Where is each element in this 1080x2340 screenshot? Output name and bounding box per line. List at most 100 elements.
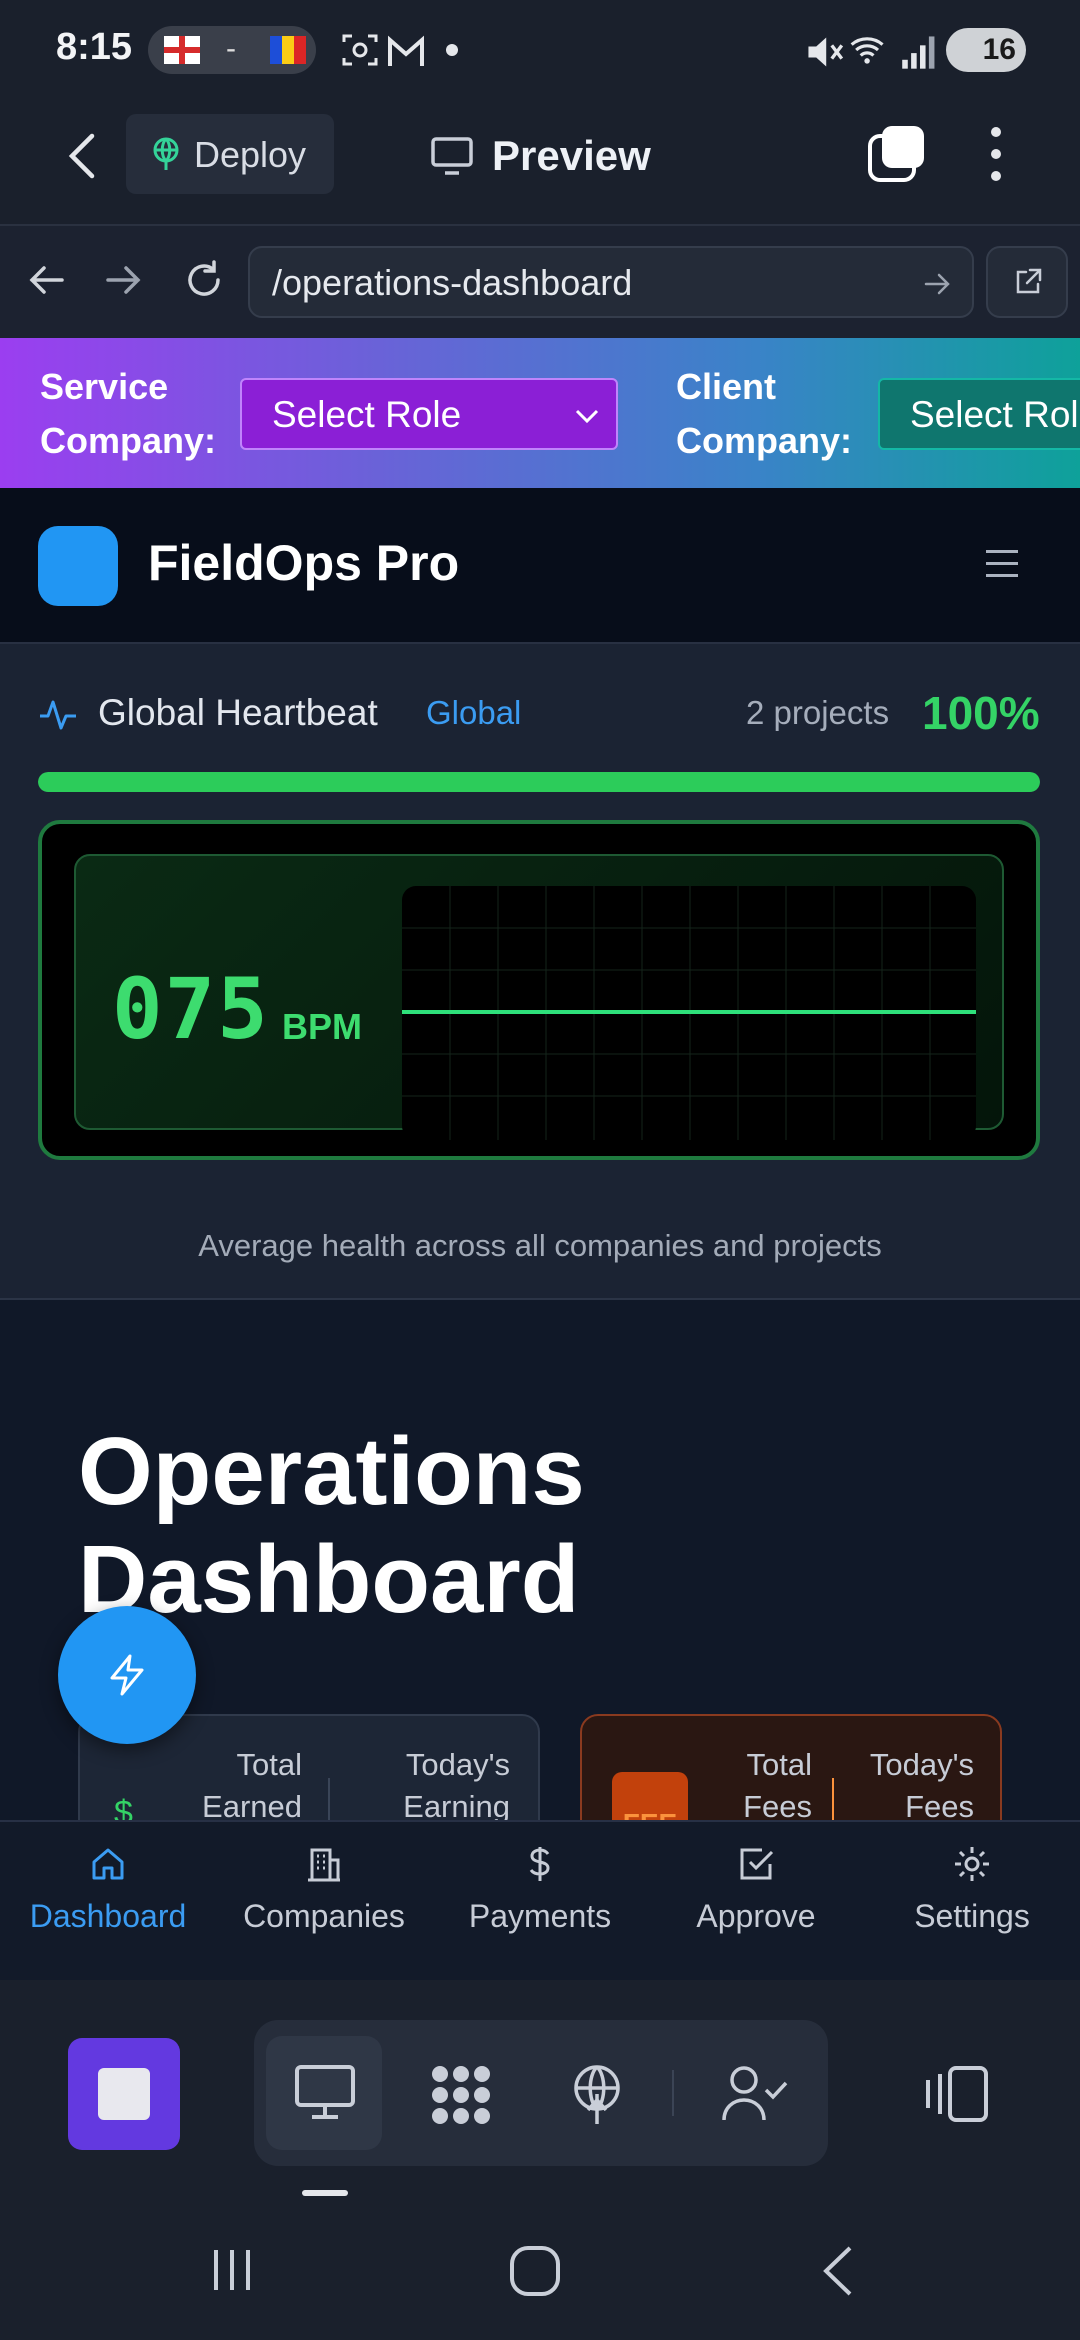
split-view-icon[interactable] <box>922 2064 992 2124</box>
lightning-icon <box>110 1654 144 1696</box>
nav-label: Approve <box>696 1898 816 1934</box>
building-icon <box>308 1848 340 1882</box>
client-company-label: Client Company: <box>676 366 853 461</box>
home-icon <box>92 1848 124 1880</box>
ide-toolbar <box>0 1980 1080 2200</box>
ecg-display <box>402 886 976 1140</box>
brand-header: FieldOps Pro <box>0 488 1080 644</box>
tabs-icon[interactable] <box>868 124 926 182</box>
status-time: 8:15 <box>56 26 133 68</box>
check-square-icon <box>740 1848 774 1880</box>
todays-earning-label: Today's Earning <box>403 1747 510 1824</box>
toolbar-group <box>254 2020 828 2166</box>
go-arrow-icon[interactable] <box>922 268 954 300</box>
todays-fees-label: Today's Fees <box>869 1747 974 1824</box>
home-button-icon[interactable] <box>508 2244 562 2298</box>
andorra-flag-icon <box>270 36 306 64</box>
preview-mode-button[interactable] <box>266 2036 382 2150</box>
england-flag-icon <box>164 36 200 64</box>
health-progress-bar <box>38 772 1040 792</box>
app-header: Deploy Preview <box>0 104 1080 224</box>
project-count: 2 projects <box>746 694 890 731</box>
nav-label: Dashboard <box>29 1898 187 1934</box>
system-back-icon[interactable] <box>818 2244 858 2298</box>
battery-level: 16 <box>982 33 1016 66</box>
external-link-icon <box>1016 268 1042 294</box>
users-button[interactable] <box>694 2036 810 2150</box>
dollar-icon <box>529 1847 550 1881</box>
heartbeat-title: Global Heartbeat <box>98 692 378 733</box>
health-percent: 100% <box>922 687 1040 739</box>
heartbeat-scope: Global <box>426 694 522 731</box>
camera-frame-icon <box>342 34 378 66</box>
nav-settings[interactable]: Settings <box>864 1844 1080 1964</box>
ecg-trace <box>402 886 976 1140</box>
nav-label: Settings <box>914 1898 1030 1934</box>
page-title: Operations Dashboard <box>78 1418 585 1633</box>
nav-approve[interactable]: Approve <box>648 1844 864 1964</box>
global-heartbeat-panel: Global Heartbeat Global 2 projects 100% … <box>0 644 1080 1300</box>
battery-icon: 16 <box>946 28 1026 72</box>
browser-bar: /operations-dashboard <box>0 224 1080 338</box>
open-external-button[interactable] <box>986 246 1068 318</box>
browser-back-icon[interactable] <box>22 256 70 304</box>
nav-companies[interactable]: Companies <box>216 1844 432 1964</box>
role-selector-bar: Service Company: Select Role Client Comp… <box>0 338 1080 488</box>
language-flags: - <box>148 26 316 74</box>
total-earned-label: Total Earned <box>202 1747 302 1824</box>
heartbeat-caption: Average health across all companies and … <box>198 1228 882 1263</box>
heart-monitor: 075 BPM <box>38 820 1040 1160</box>
tab-indicator <box>302 2190 348 2196</box>
more-options-icon[interactable] <box>976 122 1016 186</box>
reload-icon[interactable] <box>180 256 228 304</box>
client-role-select[interactable]: Select Role <box>878 378 1080 450</box>
bpm-unit: BPM <box>282 1006 362 1047</box>
preview-label: Preview <box>492 132 651 179</box>
nav-payments[interactable]: Payments <box>432 1844 648 1964</box>
monitor-icon <box>295 2065 355 2119</box>
deploy-label: Deploy <box>194 134 307 175</box>
stop-button[interactable] <box>68 2038 180 2150</box>
browser-forward-icon[interactable] <box>100 256 148 304</box>
back-icon[interactable] <box>58 128 106 184</box>
nav-label: Payments <box>468 1898 612 1934</box>
toolbar-divider <box>672 2070 674 2116</box>
recent-apps-icon[interactable] <box>208 2244 258 2294</box>
gear-icon <box>955 1847 989 1881</box>
service-role-value: Select Role <box>272 394 462 435</box>
flag-separator: - <box>226 32 236 65</box>
monitor-icon <box>431 137 473 175</box>
wifi-icon <box>850 37 884 64</box>
nav-label: Companies <box>243 1898 405 1934</box>
operations-section: Operations Dashboard $ Total Earned Toda… <box>0 1300 1080 1854</box>
chevron-down-icon <box>575 409 599 424</box>
nav-dashboard[interactable]: Dashboard <box>0 1844 216 1964</box>
url-field[interactable]: /operations-dashboard <box>248 246 974 318</box>
total-fees-label: Total Fees <box>743 1747 812 1824</box>
health-progress-fill <box>38 772 1040 792</box>
deploy-button[interactable]: Deploy <box>126 114 334 194</box>
system-nav-bar <box>0 2200 1080 2340</box>
deploy-tool-button[interactable] <box>540 2036 656 2150</box>
deploy-icon <box>153 137 179 170</box>
mute-icon <box>808 37 844 67</box>
bpm-value: 075 <box>112 960 270 1058</box>
apps-button[interactable] <box>402 2036 518 2150</box>
deploy-globe-icon <box>574 2065 620 2124</box>
client-role-value: Select Role <box>910 394 1080 435</box>
user-check-icon <box>722 2066 788 2121</box>
url-text: /operations-dashboard <box>272 262 633 303</box>
brand-name: FieldOps Pro <box>148 535 460 591</box>
apps-grid-icon <box>432 2066 490 2124</box>
service-role-select[interactable]: Select Role <box>240 378 618 450</box>
gmail-icon <box>388 35 424 66</box>
status-bar: 8:15 - 16 <box>0 0 1080 104</box>
menu-icon[interactable] <box>986 550 1018 578</box>
signal-icon <box>902 36 935 69</box>
service-company-label: Service Company: <box>40 366 217 461</box>
monitor-screen: 075 BPM <box>74 854 1004 1140</box>
bottom-nav: Dashboard Companies Payments Approve Set… <box>0 1820 1080 1980</box>
quick-action-button[interactable] <box>58 1606 196 1744</box>
activity-icon <box>40 700 76 730</box>
dot-icon <box>446 44 458 56</box>
